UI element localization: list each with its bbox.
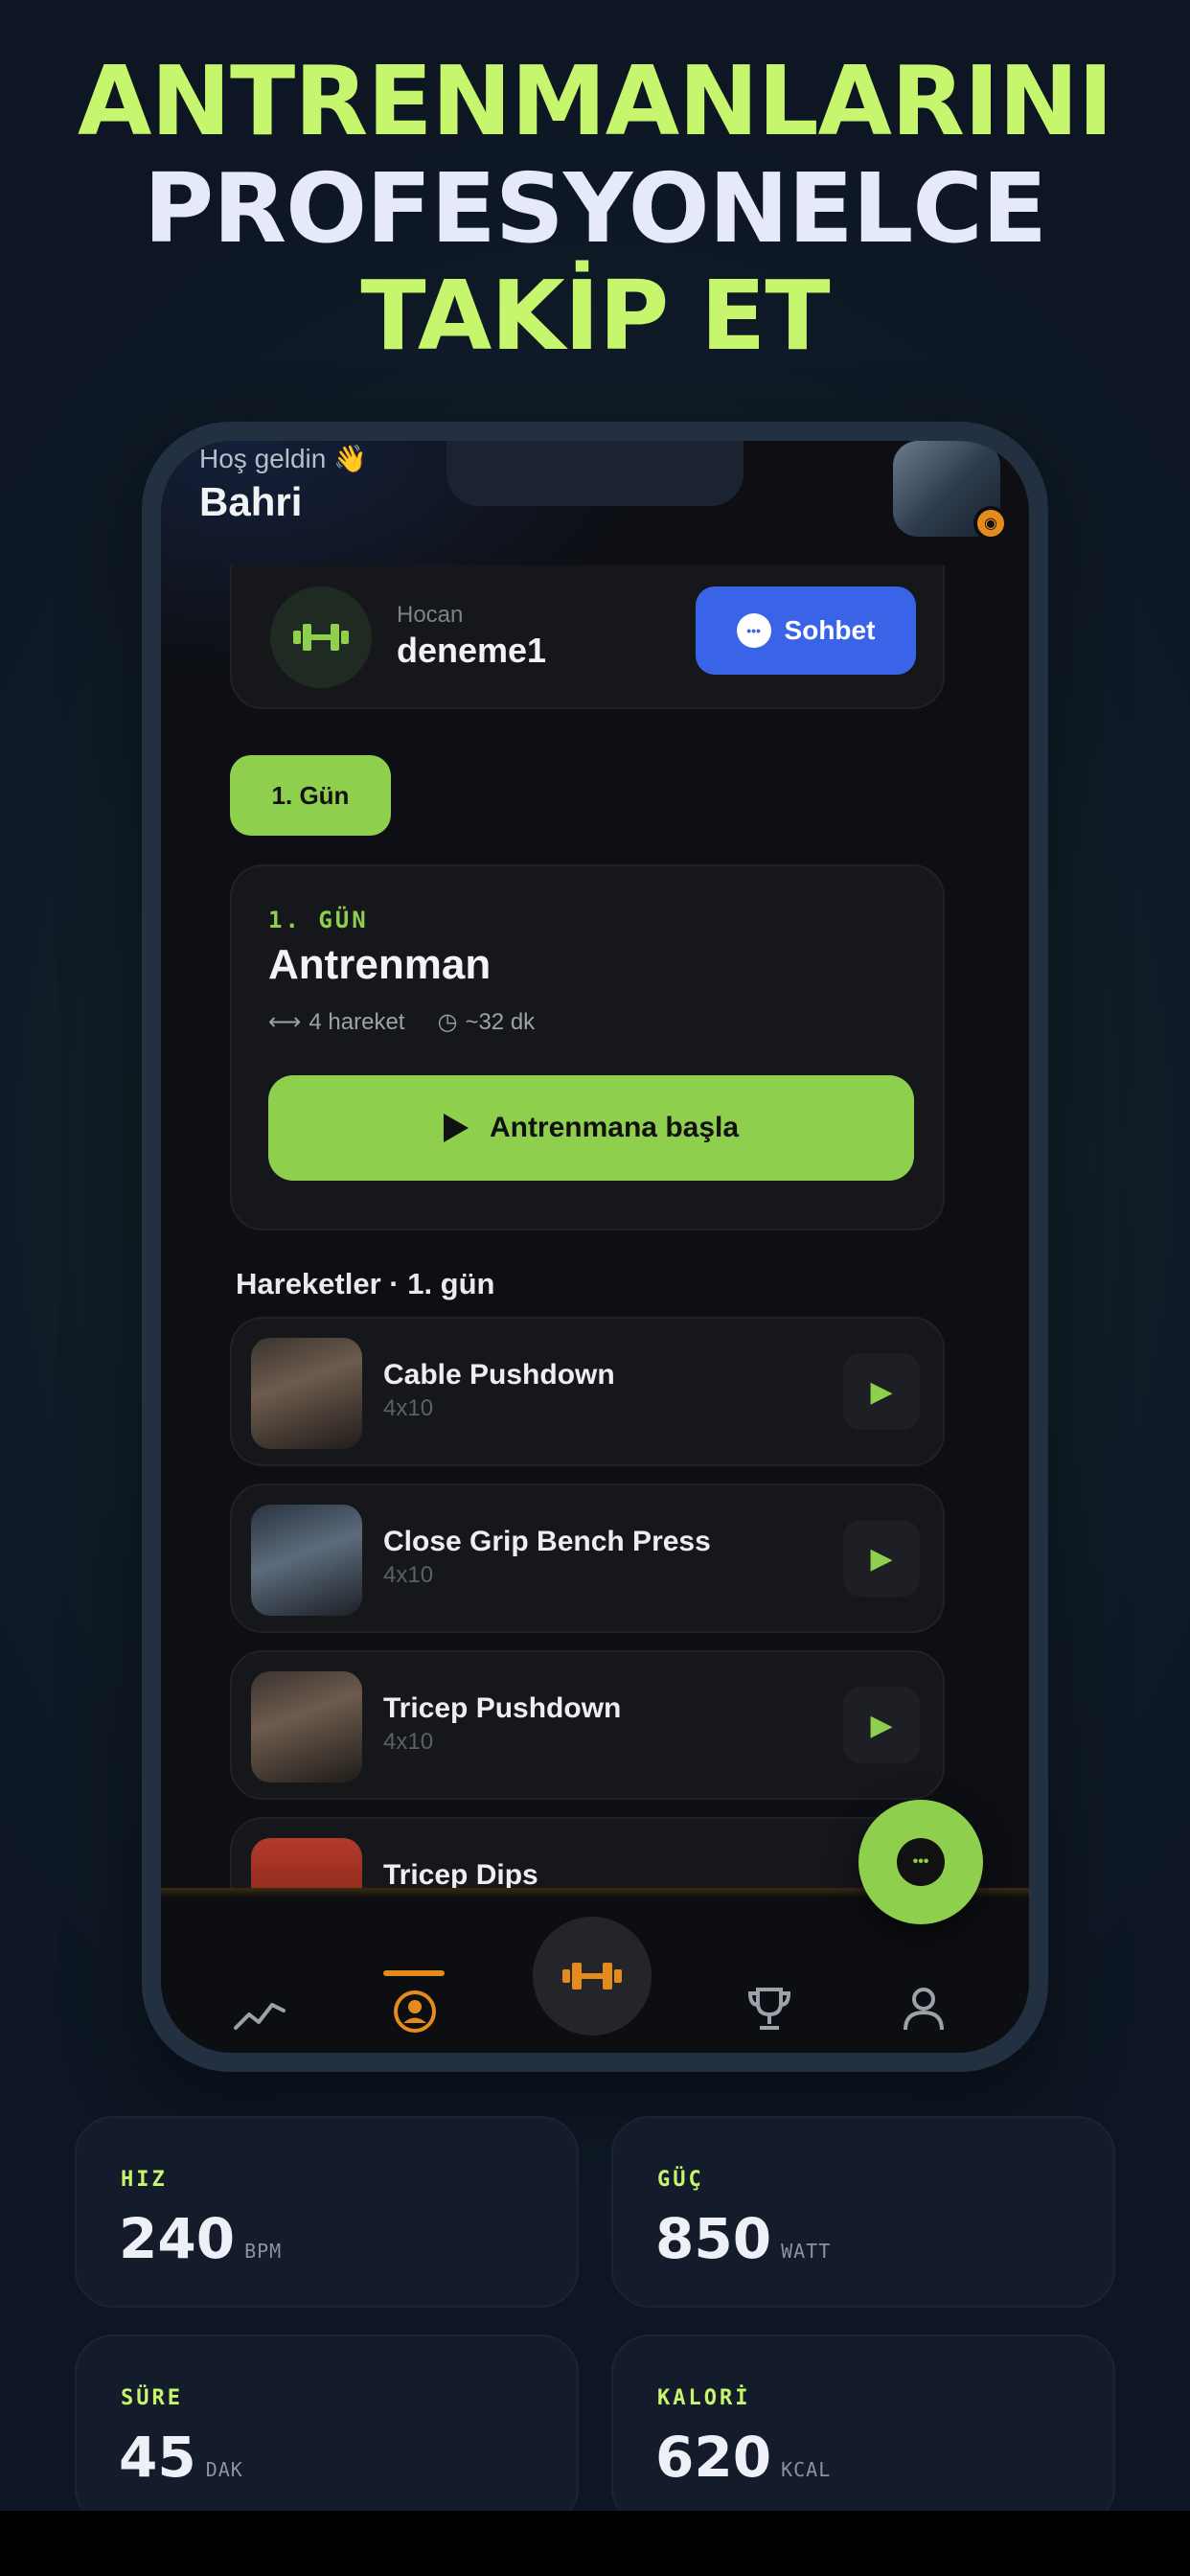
dumbbell-small-icon: ⟷	[268, 1009, 302, 1035]
stat-card-duration: SÜRE 45 DAK	[75, 2334, 579, 2526]
stats-icon[interactable]	[234, 1997, 286, 2040]
play-icon[interactable]: ▶	[843, 1687, 920, 1763]
stat-unit: BPM	[244, 2240, 283, 2263]
start-workout-button[interactable]: Antrenmana başla	[268, 1075, 914, 1181]
coach-label: Hocan	[397, 602, 464, 628]
stat-value-row: 45 DAK	[119, 2425, 243, 2490]
headline-line-1: ANTRENMANLARINI	[77, 45, 1113, 157]
exercise-name: Close Grip Bench Press	[383, 1526, 711, 1557]
stat-value-row: 850 WATT	[655, 2206, 831, 2271]
workout-title: Antrenman	[268, 941, 492, 988]
coach-card: Hocan deneme1 ••• Sohbet	[230, 565, 945, 709]
exercises-section-title: Hareketler · 1. gün	[236, 1267, 495, 1300]
active-tab-indicator	[383, 1970, 445, 1976]
workout-meta: ⟷ 4 hareket ◷ ~32 dk	[268, 1008, 535, 1036]
headline: ANTRENMANLARINI PROFESYONELCE TAKİP ET	[0, 48, 1190, 370]
stat-label: HIZ	[121, 2168, 168, 2192]
stat-value: 240	[119, 2206, 236, 2271]
exercise-thumbnail	[251, 1671, 362, 1782]
workout-day-label: 1. GÜN	[268, 907, 369, 933]
play-icon[interactable]: ▶	[843, 1353, 920, 1430]
play-icon[interactable]: ▶	[843, 1520, 920, 1597]
clock-icon: ◷	[437, 1009, 458, 1035]
stat-value-row: 620 KCAL	[655, 2425, 831, 2490]
stat-label: GÜÇ	[657, 2168, 704, 2192]
chat-fab-button[interactable]: •••	[858, 1800, 983, 1924]
stat-value: 620	[655, 2425, 772, 2490]
stat-value: 45	[119, 2425, 196, 2490]
exercise-name: Tricep Pushdown	[383, 1692, 622, 1724]
exercise-name: Cable Pushdown	[383, 1359, 615, 1391]
stat-card-speed: HIZ 240 BPM	[75, 2116, 579, 2308]
user-icon[interactable]	[903, 1986, 945, 2040]
trophy-icon[interactable]	[747, 1986, 791, 2040]
exercise-sets: 4x10	[383, 1562, 434, 1588]
phone-mockup: Hoş geldin 👋 Bahri ◉ Hocan deneme1 ••• S…	[142, 422, 1048, 2072]
app-screen: Hoş geldin 👋 Bahri ◉ Hocan deneme1 ••• S…	[161, 441, 1029, 2053]
exercise-thumbnail	[251, 1338, 362, 1449]
dumbbell-tab-icon[interactable]	[533, 1917, 652, 2036]
camera-icon[interactable]: ◉	[973, 506, 1008, 540]
list-item[interactable]: Close Grip Bench Press 4x10 ▶	[230, 1484, 945, 1633]
stat-unit: WATT	[781, 2240, 832, 2263]
exercise-name: Tricep Dips	[383, 1859, 538, 1891]
stat-unit: KCAL	[781, 2458, 832, 2481]
headline-line-2: PROFESYONELCE	[143, 152, 1047, 264]
exercise-sets: 4x10	[383, 1395, 434, 1421]
chat-button-label: Sohbet	[784, 615, 876, 645]
stat-unit: DAK	[205, 2458, 243, 2481]
chat-button[interactable]: ••• Sohbet	[696, 586, 916, 675]
stat-card-calories: KALORİ 620 KCAL	[611, 2334, 1115, 2526]
stat-card-power: GÜÇ 850 WATT	[611, 2116, 1115, 2308]
bottom-black-bar	[0, 2511, 1190, 2576]
bottom-tab-bar	[161, 1898, 1029, 2053]
exercise-sets: 4x10	[383, 1729, 434, 1755]
stat-label: SÜRE	[121, 2386, 183, 2410]
list-item[interactable]: Tricep Pushdown 4x10 ▶	[230, 1650, 945, 1800]
username: Bahri	[199, 479, 303, 524]
exercise-thumbnail	[251, 1505, 362, 1616]
list-item[interactable]: Cable Pushdown 4x10 ▶	[230, 1317, 945, 1466]
play-icon	[443, 1114, 469, 1142]
dumbbell-icon	[270, 586, 372, 688]
start-workout-label: Antrenmana başla	[489, 1112, 740, 1143]
workout-duration: ~32 dk	[465, 1009, 536, 1035]
chat-bubble-icon: •••	[897, 1838, 945, 1886]
profile-icon[interactable]	[393, 1990, 437, 2042]
workout-card: 1. GÜN Antrenman ⟷ 4 hareket ◷ ~32 dk Antr…	[230, 864, 945, 1230]
coach-name: deneme1	[397, 631, 547, 670]
stat-value-row: 240 BPM	[119, 2206, 282, 2271]
chat-bubble-icon: •••	[736, 613, 771, 648]
phone-notch	[446, 441, 744, 506]
day-chip[interactable]: 1. Gün	[230, 755, 391, 836]
stat-label: KALORİ	[657, 2386, 751, 2410]
headline-line-3: TAKİP ET	[360, 260, 830, 372]
stat-value: 850	[655, 2206, 772, 2271]
workout-moves: 4 hareket	[309, 1009, 405, 1035]
greeting-text: Hoş geldin 👋	[199, 444, 367, 473]
